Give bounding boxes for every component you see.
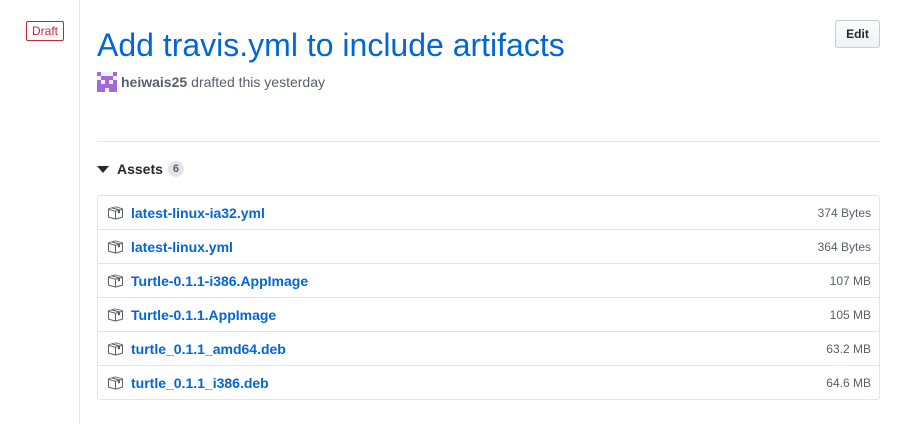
assets-count-badge: 6 <box>167 161 184 177</box>
asset-row: latest-linux-ia32.yml 374 Bytes <box>98 196 879 229</box>
left-rail: Draft <box>0 0 80 424</box>
byline-text: drafted this yesterday <box>191 74 326 90</box>
asset-download-link[interactable]: latest-linux-ia32.yml <box>131 205 265 221</box>
asset-list: latest-linux-ia32.yml 374 Bytes latest-l… <box>97 195 880 400</box>
asset-download-link[interactable]: Turtle-0.1.1-i386.AppImage <box>131 273 308 289</box>
asset-size: 107 MB <box>829 273 871 288</box>
divider <box>97 141 880 142</box>
asset-download-link[interactable]: turtle_0.1.1_i386.deb <box>131 375 269 391</box>
asset-row: Turtle-0.1.1-i386.AppImage 107 MB <box>98 263 879 297</box>
asset-size: 63.2 MB <box>826 341 871 356</box>
asset-row: latest-linux.yml 364 Bytes <box>98 229 879 263</box>
draft-status-badge: Draft <box>26 21 65 41</box>
caret-down-icon <box>97 165 109 173</box>
package-icon <box>108 342 123 355</box>
avatar[interactable] <box>97 72 117 92</box>
asset-size: 64.6 MB <box>826 375 871 390</box>
assets-label: Assets <box>117 161 163 177</box>
asset-row: turtle_0.1.1_amd64.deb 63.2 MB <box>98 331 879 365</box>
package-icon <box>108 376 123 389</box>
release-title[interactable]: Add travis.yml to include artifacts <box>97 25 565 65</box>
asset-row: Turtle-0.1.1.AppImage 105 MB <box>98 297 879 331</box>
edit-button[interactable]: Edit <box>835 20 880 48</box>
asset-download-link[interactable]: turtle_0.1.1_amd64.deb <box>131 341 286 357</box>
asset-download-link[interactable]: Turtle-0.1.1.AppImage <box>131 307 276 323</box>
assets-toggle[interactable]: Assets 6 <box>97 158 184 180</box>
package-icon <box>108 206 123 219</box>
package-icon <box>108 240 123 253</box>
asset-size: 364 Bytes <box>817 239 871 254</box>
asset-size: 105 MB <box>829 307 871 322</box>
package-icon <box>108 308 123 321</box>
author-link[interactable]: heiwais25 <box>121 74 187 90</box>
package-icon <box>108 274 123 287</box>
asset-size: 374 Bytes <box>817 205 871 220</box>
asset-row: turtle_0.1.1_i386.deb 64.6 MB <box>98 365 879 399</box>
release-byline: heiwais25 drafted this yesterday <box>97 72 325 92</box>
asset-download-link[interactable]: latest-linux.yml <box>131 239 233 255</box>
